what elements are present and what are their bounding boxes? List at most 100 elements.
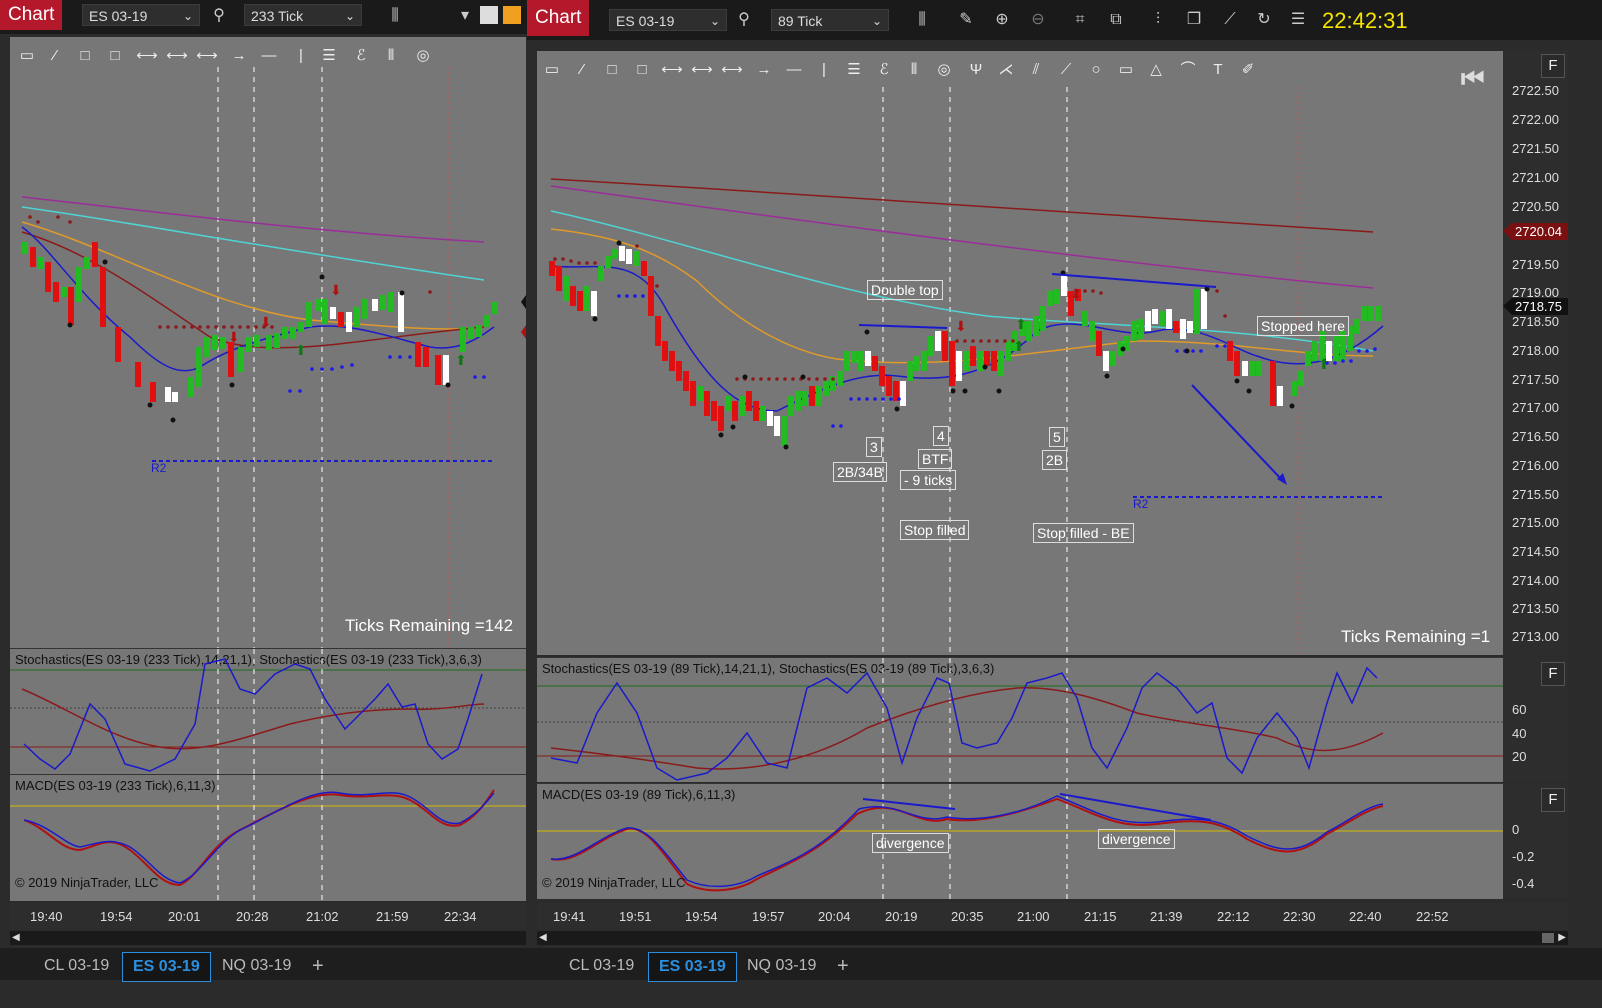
dropdown-arrow-icon[interactable]: ▾ (454, 5, 476, 27)
annotation-9-ticks[interactable]: - 9 ticks (900, 470, 957, 490)
chevron-down-icon: ⌄ (182, 9, 193, 23)
right-stochastics-panel[interactable]: Stochastics(ES 03-19 (89 Tick),14,21,1),… (537, 657, 1503, 782)
f-button[interactable]: F (1541, 54, 1565, 78)
annotation-double-top[interactable]: Double top (867, 280, 943, 300)
right-price-axis[interactable]: 2722.50 2722.00 2721.50 2721.00 2720.50 … (1503, 51, 1568, 655)
time-tick: 20:28 (236, 909, 269, 924)
pencil-icon[interactable]: ✎ (955, 9, 977, 31)
annotation-stop-filled[interactable]: Stop filled (900, 520, 970, 540)
annotation-stopped-here[interactable]: Stopped here (1257, 316, 1350, 336)
left-r2-label: R2 (151, 461, 167, 475)
tab-nq[interactable]: NQ 03-19 (212, 952, 301, 980)
clock-display: 22:42:31 (1322, 8, 1408, 33)
time-tick: 19:40 (30, 909, 63, 924)
properties-icon[interactable]: ☰ (1287, 9, 1309, 31)
annotation-divergence-2[interactable]: divergence (1098, 829, 1175, 849)
search-icon[interactable]: ⚲ (208, 5, 230, 27)
right-price-panel[interactable]: ▭ ⁄ □ □ ⟷ ⟷ ⟷ → — | ☰ ℰ ⦀ ◎ Ψ ⋌ ⫽ ⟋ ○ ▭ … (537, 51, 1503, 655)
left-scrollbar[interactable]: ◀ (10, 931, 526, 945)
svg-text:⬆: ⬆ (455, 352, 467, 368)
tab-cl[interactable]: CL 03-19 (34, 952, 119, 980)
tab-cl[interactable]: CL 03-19 (559, 952, 644, 980)
annotation-2b[interactable]: 2B (1042, 450, 1068, 470)
scroll-left-arrow-icon[interactable]: ◀ (12, 932, 20, 943)
annotation-divergence-1[interactable]: divergence (872, 833, 949, 853)
left-stochastics-panel[interactable]: Stochastics(ES 03-19 (233 Tick),14,21,1)… (10, 648, 526, 775)
time-tick: 19:41 (553, 909, 586, 924)
right-macd-axis: F 0 -0.2 -0.4 (1503, 783, 1568, 898)
time-tick: 21:59 (376, 909, 409, 924)
macd-axis-tick: 0 (1512, 822, 1520, 837)
annotation-3[interactable]: 3 (866, 437, 882, 457)
zoom-in-icon[interactable]: ⊕ (991, 9, 1013, 31)
bar-type-icon[interactable]: ⫼ (384, 5, 406, 27)
f-button[interactable]: F (1541, 788, 1565, 812)
instrument-selector[interactable]: ES 03-19 ⌄ (82, 4, 200, 26)
scroll-right-arrow-icon[interactable]: ▶ (1558, 932, 1566, 943)
time-tick: 19:51 (619, 909, 652, 924)
annotation-5[interactable]: 5 (1049, 427, 1065, 447)
right-macd-panel[interactable]: MACD(ES 03-19 (89 Tick),6,11,3) divergen… (537, 783, 1503, 899)
time-tick: 19:57 (752, 909, 785, 924)
svg-text:⬇: ⬇ (260, 314, 272, 330)
time-tick: 22:52 (1416, 909, 1449, 924)
svg-text:⬆: ⬆ (1318, 356, 1330, 372)
window-color-button[interactable] (503, 6, 521, 24)
svg-text:⬇: ⬇ (1070, 286, 1082, 302)
interval-selector[interactable]: 89 Tick ⌄ (771, 9, 889, 31)
strategy-icon[interactable]: ⟋ (1219, 9, 1241, 31)
right-r2-label: R2 (1133, 497, 1149, 511)
time-tick: 21:02 (306, 909, 339, 924)
left-time-axis: 19:40 19:54 20:01 20:28 21:02 21:59 22:3… (10, 903, 526, 929)
left-tab-bar: CL 03-19 ES 03-19 NQ 03-19 + (0, 948, 527, 982)
price-flag-current: 2718.75 (1515, 299, 1562, 314)
left-price-panel[interactable]: ▭ ⁄ □ □ ⟷ ⟷ ⟷ → — | ☰ ℰ ⦀ ◎ ⬇ ⬇ ⬇ ⬆ ⬆ R2… (10, 37, 526, 648)
right-copyright: © 2019 NinjaTrader, LLC (542, 875, 686, 890)
time-tick: 21:39 (1150, 909, 1183, 924)
annotation-4[interactable]: 4 (933, 426, 949, 446)
left-chart-window: Chart ES 03-19 ⌄ ⚲ 233 Tick ⌄ ⫼ ▾ ▭ ⁄ □ □ … (0, 0, 527, 1008)
add-tab-button[interactable]: + (302, 952, 334, 980)
zoom-out-icon[interactable]: ⊖ (1027, 9, 1049, 31)
price-flag-shape (1503, 223, 1568, 315)
data-box-icon[interactable]: ⧉ (1105, 9, 1127, 31)
chart-menu-button[interactable]: Chart (527, 0, 590, 36)
left-toolbar: Chart ES 03-19 ⌄ ⚲ 233 Tick ⌄ ⫼ ▾ (0, 0, 527, 34)
tab-es[interactable]: ES 03-19 (122, 952, 211, 982)
left-stochastics-chart (10, 649, 526, 775)
right-scrollbar[interactable]: ◀ ▶ (537, 931, 1568, 945)
reload-icon[interactable]: ↻ (1253, 9, 1275, 31)
crosshair-icon[interactable]: ⌗ (1069, 9, 1091, 31)
tab-es[interactable]: ES 03-19 (648, 952, 737, 982)
add-tab-button[interactable]: + (827, 952, 859, 980)
stoch-axis-tick: 40 (1512, 726, 1527, 741)
time-tick: 22:34 (444, 909, 477, 924)
instrument-value: ES 03-19 (89, 8, 148, 24)
svg-text:⬇: ⬇ (330, 282, 342, 298)
right-stochastics-axis: F 60 40 20 (1503, 657, 1568, 781)
window-restore-button[interactable] (480, 6, 498, 24)
svg-text:⬆: ⬆ (295, 342, 307, 358)
scroll-left-arrow-icon[interactable]: ◀ (539, 932, 547, 943)
right-chart-window: Chart ES 03-19 ⌄ ⚲ 89 Tick ⌄ ⫼ ✎ ⊕ ⊖ ⌗ ⧉ ⫶… (527, 0, 1602, 1008)
right-stochastics-chart (537, 658, 1503, 782)
chevron-down-icon: ⌄ (709, 14, 720, 28)
annotation-2b34b[interactable]: 2B/34B (833, 462, 887, 482)
time-tick: 19:54 (100, 909, 133, 924)
instrument-value: ES 03-19 (616, 13, 675, 29)
instrument-selector[interactable]: ES 03-19 ⌄ (609, 9, 727, 31)
annotation-btf[interactable]: BTF (918, 449, 953, 469)
f-button[interactable]: F (1541, 662, 1565, 686)
bar-type-icon[interactable]: ⫼ (911, 9, 933, 31)
order-entry-icon[interactable]: ⫶ (1147, 9, 1169, 31)
tab-nq[interactable]: NQ 03-19 (737, 952, 826, 980)
time-tick: 20:19 (885, 909, 918, 924)
time-tick: 20:04 (818, 909, 851, 924)
windows-icon[interactable]: ❐ (1183, 9, 1205, 31)
scroll-thumb[interactable] (1542, 933, 1554, 943)
chart-menu-button[interactable]: Chart (0, 0, 63, 30)
interval-selector[interactable]: 233 Tick ⌄ (244, 4, 362, 26)
annotation-stop-filled-be[interactable]: Stop filled - BE (1033, 523, 1134, 543)
search-icon[interactable]: ⚲ (733, 9, 755, 31)
left-macd-panel[interactable]: MACD(ES 03-19 (233 Tick),6,11,3) © 2019 … (10, 774, 526, 901)
